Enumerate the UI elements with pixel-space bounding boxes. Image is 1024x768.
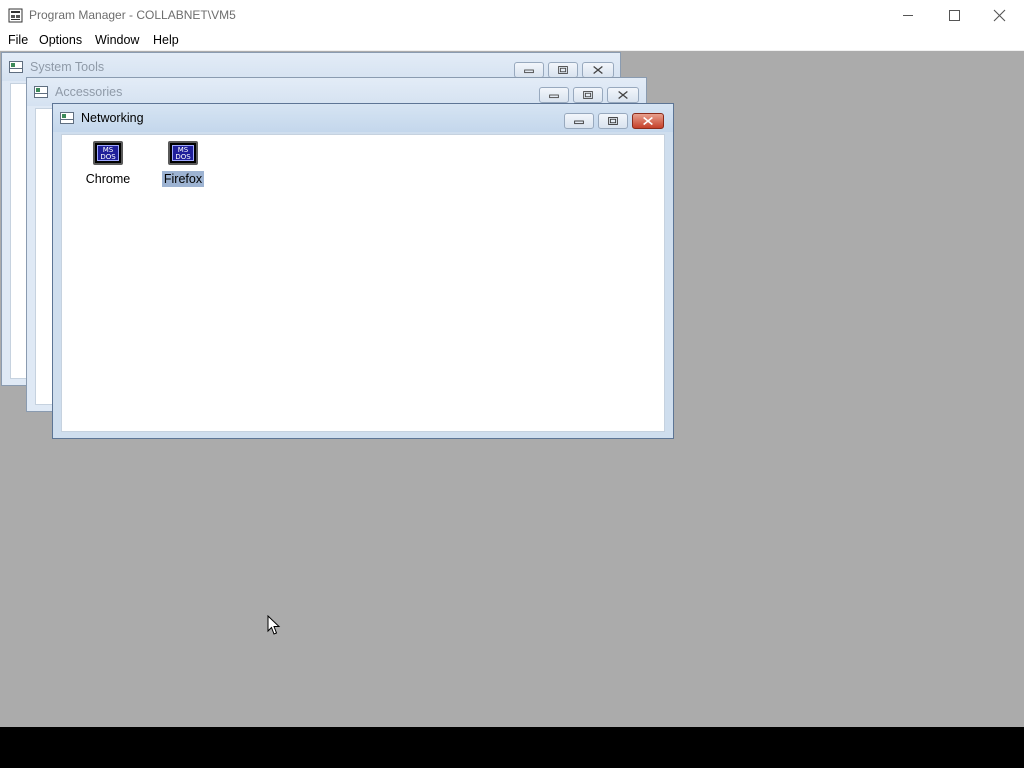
close-button[interactable] xyxy=(977,0,1023,31)
ms-dos-icon-text: MS DOS xyxy=(97,145,119,161)
group-window-icon[interactable] xyxy=(60,112,74,124)
restore-icon xyxy=(583,91,593,99)
mdi-workspace[interactable]: System Tools Accessories Networking MS D… xyxy=(0,52,1024,727)
ms-dos-icon[interactable]: MS DOS xyxy=(168,141,198,165)
close-icon xyxy=(993,9,1006,22)
program-manager-window: Program Manager - COLLABNET\VM5 File Opt… xyxy=(0,0,1024,727)
menu-bar: File Options Window Help xyxy=(0,31,1024,51)
close-icon xyxy=(593,65,603,75)
program-item-chrome[interactable]: MS DOS Chrome xyxy=(78,141,138,187)
group-minimize-button[interactable] xyxy=(514,62,544,78)
group-window-networking[interactable]: Networking MS DOS Chrome MS DOS Firefox xyxy=(52,103,674,439)
close-icon xyxy=(643,116,653,126)
minimize-icon xyxy=(524,69,534,74)
ms-dos-icon-text: MS DOS xyxy=(172,145,194,161)
group-title-bar[interactable]: Networking xyxy=(53,104,673,132)
close-icon xyxy=(618,90,628,100)
group-minimize-button[interactable] xyxy=(564,113,594,129)
group-client-area[interactable]: MS DOS Chrome MS DOS Firefox xyxy=(61,134,665,432)
menu-file[interactable]: File xyxy=(8,33,28,47)
group-minimize-button[interactable] xyxy=(539,87,569,103)
minimize-icon xyxy=(574,120,584,125)
minimize-icon xyxy=(549,94,559,99)
group-close-button[interactable] xyxy=(607,87,639,103)
restore-icon xyxy=(608,117,618,125)
window-title: Program Manager - COLLABNET\VM5 xyxy=(29,8,236,22)
group-restore-button[interactable] xyxy=(548,62,578,78)
maximize-button[interactable] xyxy=(931,0,977,31)
group-close-button[interactable] xyxy=(632,113,664,129)
group-close-button[interactable] xyxy=(582,62,614,78)
menu-window[interactable]: Window xyxy=(95,33,139,47)
minimize-icon xyxy=(903,15,913,16)
ms-dos-icon[interactable]: MS DOS xyxy=(93,141,123,165)
minimize-button[interactable] xyxy=(885,0,931,31)
group-title: Accessories xyxy=(55,85,123,99)
title-bar[interactable]: Program Manager - COLLABNET\VM5 xyxy=(0,0,1024,31)
maximize-icon xyxy=(949,10,960,21)
group-window-icon[interactable] xyxy=(9,61,23,73)
menu-options[interactable]: Options xyxy=(39,33,82,47)
group-title: System Tools xyxy=(30,60,105,74)
menu-help[interactable]: Help xyxy=(153,33,179,47)
program-label: Chrome xyxy=(85,172,131,186)
program-manager-icon xyxy=(8,8,23,23)
restore-icon xyxy=(558,66,568,74)
group-title: Networking xyxy=(81,111,144,125)
program-item-firefox[interactable]: MS DOS Firefox xyxy=(153,141,213,187)
group-window-icon[interactable] xyxy=(34,86,48,98)
program-label: Firefox xyxy=(161,171,205,187)
group-restore-button[interactable] xyxy=(573,87,603,103)
group-restore-button[interactable] xyxy=(598,113,628,129)
group-title-bar[interactable]: Accessories xyxy=(27,78,646,106)
mouse-cursor-icon xyxy=(267,615,281,635)
taskbar xyxy=(0,727,1024,768)
